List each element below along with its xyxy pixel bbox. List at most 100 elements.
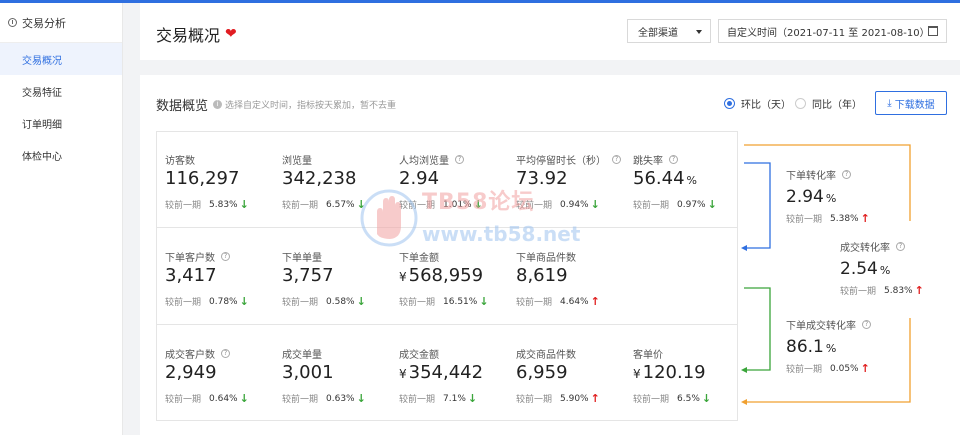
funnel-value: 2.54% bbox=[840, 259, 924, 279]
radio-mom[interactable]: 环比（天） bbox=[724, 96, 791, 111]
arrow-down-icon: ↓ bbox=[701, 392, 712, 405]
metric-card: 下单单量 3,757 较前一期 0.58% ↓ bbox=[274, 229, 390, 325]
arrow-down-icon: ↓ bbox=[590, 198, 600, 211]
compare-label: 较前一期 bbox=[786, 215, 823, 225]
sidebar-item-label: 交易特征 bbox=[22, 87, 62, 99]
metric-value-number: 120.19 bbox=[642, 362, 706, 383]
metric-card: 下单商品件数 8,619 较前一期 4.64% ↑ bbox=[508, 229, 624, 325]
compare-label: 较前一期 bbox=[165, 298, 202, 308]
radio-mom-label: 环比（天） bbox=[741, 100, 791, 111]
metric-card: 客单价 ¥120.19 较前一期 6.5% ↓ bbox=[625, 326, 741, 422]
metric-compare: 较前一期 5.90% ↑ bbox=[516, 392, 600, 405]
compare-percent: 5.38% bbox=[830, 213, 859, 224]
metric-label: 成交客户数? bbox=[165, 346, 230, 361]
currency-symbol: ¥ bbox=[399, 367, 407, 381]
sidebar-section-header[interactable]: 交易分析 bbox=[0, 3, 122, 43]
funnel-value: 86.1% bbox=[786, 337, 871, 357]
compare-percent: 0.78% bbox=[209, 296, 238, 307]
metric-label-text: 浏览量 bbox=[282, 156, 312, 167]
section-title: 数据概览 i 选择自定义时间，指标按天累加，暂不去重 bbox=[156, 95, 396, 114]
metric-label: 平均停留时长（秒）? bbox=[516, 152, 621, 167]
radio-unchecked-icon bbox=[795, 98, 806, 109]
help-icon[interactable]: ? bbox=[896, 242, 905, 251]
page-title: 交易概况 ❤ bbox=[156, 22, 237, 46]
metric-label-text: 人均浏览量 bbox=[399, 156, 449, 167]
metric-card: 下单金额 ¥568,959 较前一期 16.51% ↓ bbox=[391, 229, 507, 325]
compare-label: 较前一期 bbox=[633, 395, 670, 405]
date-range-picker[interactable]: 自定义时间（2021-07-11 至 2021-08-10） bbox=[718, 19, 947, 43]
help-icon[interactable]: ? bbox=[455, 155, 464, 164]
metric-value: 2.94 bbox=[399, 168, 439, 189]
download-button-label: 下载数据 bbox=[894, 99, 935, 111]
arrow-up-icon: ↑ bbox=[590, 392, 600, 405]
metric-value: 6,959 bbox=[516, 362, 568, 383]
metric-compare: 较前一期 0.94% ↓ bbox=[516, 198, 600, 211]
funnel-compare: 较前一期 5.83% ↑ bbox=[840, 284, 924, 297]
metric-label: 成交商品件数 bbox=[516, 346, 576, 361]
funnel-label: 成交转化率? bbox=[840, 239, 924, 254]
metrics-row: 成交客户数? 2,949 较前一期 0.64% ↓ 成交单量 3,001 较前一期 0.63% ↓… bbox=[157, 326, 737, 422]
compare-percent: 0.64% bbox=[209, 393, 238, 404]
metric-card: 成交客户数? 2,949 较前一期 0.64% ↓ bbox=[157, 326, 273, 422]
help-icon[interactable]: ? bbox=[221, 349, 230, 358]
section-hint: i 选择自定义时间，指标按天累加，暂不去重 bbox=[213, 98, 396, 111]
heart-icon[interactable]: ❤ bbox=[225, 26, 237, 42]
metric-compare: 较前一期 0.97% ↓ bbox=[633, 198, 717, 211]
sidebar-item-label: 体检中心 bbox=[22, 151, 62, 163]
metric-card: 成交单量 3,001 较前一期 0.63% ↓ bbox=[274, 326, 390, 422]
compare-percent: 4.64% bbox=[560, 296, 589, 307]
metric-label-text: 成交客户数 bbox=[165, 350, 215, 361]
metric-value-number: 73.92 bbox=[516, 168, 568, 189]
metric-value: 342,238 bbox=[282, 168, 356, 189]
sidebar-item-health[interactable]: 体检中心 bbox=[0, 139, 122, 171]
metric-label-text: 客单价 bbox=[633, 350, 663, 361]
funnel-rate-card: 成交转化率? 2.54% 较前一期 5.83% ↑ bbox=[840, 239, 924, 297]
metric-card: 访客数 116,297 较前一期 5.83% ↓ bbox=[157, 132, 273, 228]
metric-label-text: 访客数 bbox=[165, 156, 195, 167]
metric-label-text: 下单金额 bbox=[399, 253, 439, 264]
funnel-value-number: 2.94 bbox=[786, 187, 824, 207]
funnel-value-number: 2.54 bbox=[840, 259, 878, 279]
help-icon[interactable]: ? bbox=[669, 155, 678, 164]
metric-value: 3,757 bbox=[282, 265, 334, 286]
metric-compare: 较前一期 6.5% ↓ bbox=[633, 392, 711, 405]
sidebar-item-overview[interactable]: 交易概况 bbox=[0, 43, 122, 75]
compare-label: 较前一期 bbox=[282, 201, 319, 211]
help-icon[interactable]: ? bbox=[862, 320, 871, 329]
compare-percent: 0.94% bbox=[560, 199, 589, 210]
funnel-connector-blue bbox=[744, 162, 771, 249]
channel-select-value: 全部渠道 bbox=[638, 27, 678, 39]
arrow-down-icon: ↓ bbox=[707, 198, 717, 211]
metric-card: 成交商品件数 6,959 较前一期 5.90% ↑ bbox=[508, 326, 624, 422]
metric-value: 3,417 bbox=[165, 265, 217, 286]
sidebar-item-orders[interactable]: 订单明细 bbox=[0, 107, 122, 139]
help-icon[interactable]: ? bbox=[221, 252, 230, 261]
radio-yoy[interactable]: 同比（年） bbox=[795, 96, 862, 111]
metric-compare: 较前一期 5.83% ↓ bbox=[165, 198, 249, 211]
metric-compare: 较前一期 7.1% ↓ bbox=[399, 392, 477, 405]
metric-label: 浏览量 bbox=[282, 152, 312, 167]
funnel-label: 下单成交转化率? bbox=[786, 317, 871, 332]
currency-symbol: ¥ bbox=[399, 270, 407, 284]
arrow-up-icon: ↑ bbox=[860, 362, 870, 375]
compare-percent: 5.90% bbox=[560, 393, 589, 404]
download-icon: ⤓ bbox=[887, 97, 892, 109]
help-icon[interactable]: ? bbox=[842, 170, 851, 179]
funnel-label-text: 下单转化率 bbox=[786, 171, 836, 182]
download-button[interactable]: ⤓ 下载数据 bbox=[875, 91, 947, 115]
compare-percent: 0.05% bbox=[830, 363, 859, 374]
compare-percent: 6.57% bbox=[326, 199, 355, 210]
compare-percent: 7.1% bbox=[443, 393, 466, 404]
help-icon[interactable]: ? bbox=[612, 155, 621, 164]
sidebar-item-label: 订单明细 bbox=[22, 119, 62, 131]
metrics-row: 下单客户数? 3,417 较前一期 0.78% ↓ 下单单量 3,757 较前一期 0.58% ↓… bbox=[157, 229, 737, 325]
metric-value-number: 8,619 bbox=[516, 265, 568, 286]
metric-compare: 较前一期 4.64% ↑ bbox=[516, 295, 600, 308]
metric-card: 下单客户数? 3,417 较前一期 0.78% ↓ bbox=[157, 229, 273, 325]
compare-percent: 16.51% bbox=[443, 296, 478, 307]
channel-select[interactable]: 全部渠道 bbox=[627, 19, 711, 43]
arrow-down-icon: ↓ bbox=[239, 198, 249, 211]
sidebar-item-features[interactable]: 交易特征 bbox=[0, 75, 122, 107]
compare-label: 较前一期 bbox=[399, 298, 436, 308]
compare-label: 较前一期 bbox=[165, 395, 202, 405]
